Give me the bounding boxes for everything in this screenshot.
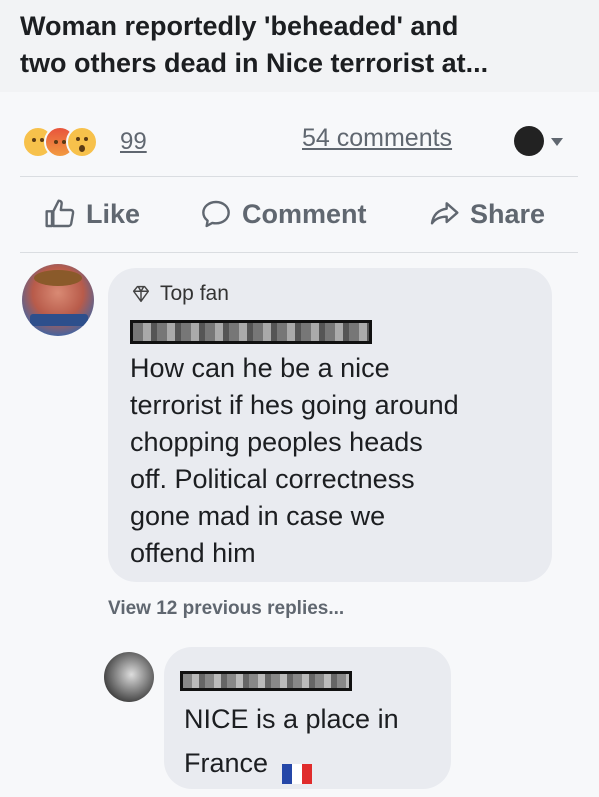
reply-line-2: France	[184, 741, 444, 785]
reply-line-2-text: France	[184, 748, 269, 778]
like-label: Like	[86, 198, 141, 229]
action-bar: Like Comment Share	[0, 180, 599, 250]
share-label: Share	[470, 198, 546, 229]
top-fan-badge: Top fan	[130, 282, 229, 306]
comment-line: terrorist if hes going around	[130, 390, 459, 420]
divider	[20, 252, 578, 253]
wow-emoji-icon	[66, 126, 98, 158]
share-arrow-icon	[430, 202, 459, 225]
comment-label: Comment	[242, 198, 367, 229]
comment-button[interactable]: Comment	[200, 194, 367, 234]
comment-bubble[interactable]: Top fan How can he be a nice terrorist i…	[108, 268, 552, 582]
redacted-commenter-name[interactable]	[130, 320, 372, 344]
profile-picture-icon[interactable]	[514, 126, 544, 156]
headline-line-2: two others dead in Nice terrorist at...	[20, 48, 489, 78]
divider	[20, 176, 578, 177]
comment-line: How can he be a nice	[130, 353, 390, 383]
thumbs-up-icon	[45, 199, 75, 228]
post-headline[interactable]: Woman reportedly 'beheaded' and two othe…	[20, 8, 590, 82]
reply-text: NICE is a place in France	[184, 697, 444, 785]
reply-avatar[interactable]	[104, 652, 154, 702]
comment-text: How can he be a nice terrorist if hes go…	[130, 350, 540, 572]
view-previous-replies-link[interactable]: View 12 previous replies...	[108, 598, 344, 620]
post-headline-card[interactable]: Woman reportedly 'beheaded' and two othe…	[0, 0, 599, 92]
flag-stripe-white	[291, 763, 302, 784]
speech-bubble-icon	[202, 200, 230, 228]
avatar-hat	[34, 270, 82, 286]
redacted-reply-name[interactable]	[180, 671, 352, 691]
headline-line-1: Woman reportedly 'beheaded' and	[20, 11, 459, 41]
comments-count-link[interactable]: 54 comments	[302, 124, 452, 153]
comment-line: offend him	[130, 538, 256, 568]
reply-line-1: NICE is a place in	[184, 704, 399, 734]
france-flag-icon	[281, 753, 312, 784]
share-button[interactable]: Share	[428, 194, 545, 234]
chevron-down-icon[interactable]	[551, 138, 563, 146]
post-stats-bar: 99 54 comments	[0, 106, 599, 166]
comment-line: off. Political correctness	[130, 464, 415, 494]
flag-stripe-red	[301, 763, 312, 784]
comment-line: chopping peoples heads	[130, 427, 423, 457]
reaction-count[interactable]: 99	[120, 128, 147, 156]
reply-bubble[interactable]: NICE is a place in France	[164, 647, 451, 789]
avatar-badge	[30, 314, 88, 326]
commenter-avatar[interactable]	[22, 264, 94, 336]
like-button[interactable]: Like	[44, 194, 140, 234]
comment-line: gone mad in case we	[130, 501, 386, 531]
top-fan-label: Top fan	[160, 282, 229, 305]
flag-stripe-blue	[281, 763, 292, 784]
diamond-icon	[132, 285, 150, 303]
